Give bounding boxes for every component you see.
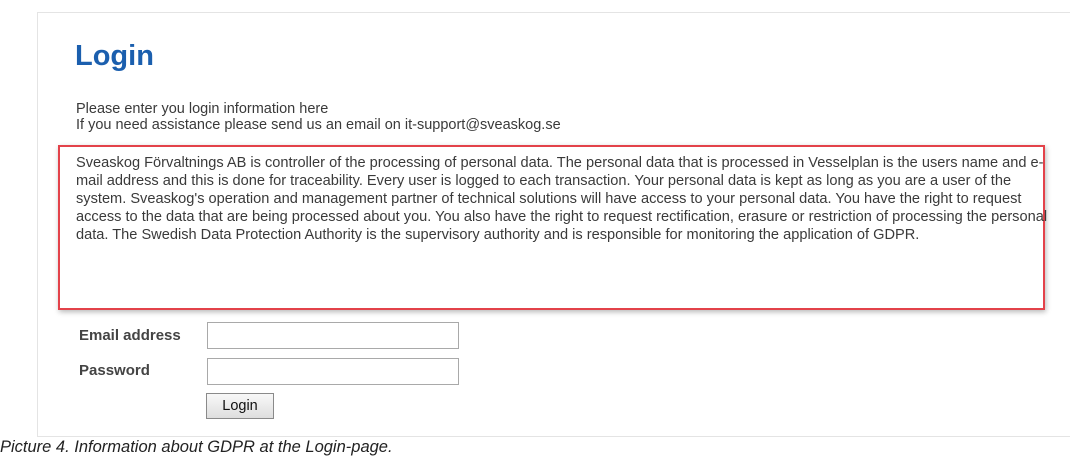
password-label: Password xyxy=(79,362,150,379)
intro-support-email: If you need assistance please send us an… xyxy=(76,117,561,133)
intro-text: Please enter you login information here … xyxy=(76,101,561,133)
gdpr-notice: Sveaskog Förvaltnings AB is controller o… xyxy=(76,155,1048,243)
figure-caption: Picture 4. Information about GDPR at the… xyxy=(0,438,393,456)
password-field[interactable] xyxy=(207,358,459,385)
intro-instruction: Please enter you login information here xyxy=(76,101,329,117)
email-label: Email address xyxy=(79,327,181,344)
page-title: Login xyxy=(75,40,154,72)
email-field[interactable] xyxy=(207,322,459,349)
login-button[interactable]: Login xyxy=(206,393,274,419)
